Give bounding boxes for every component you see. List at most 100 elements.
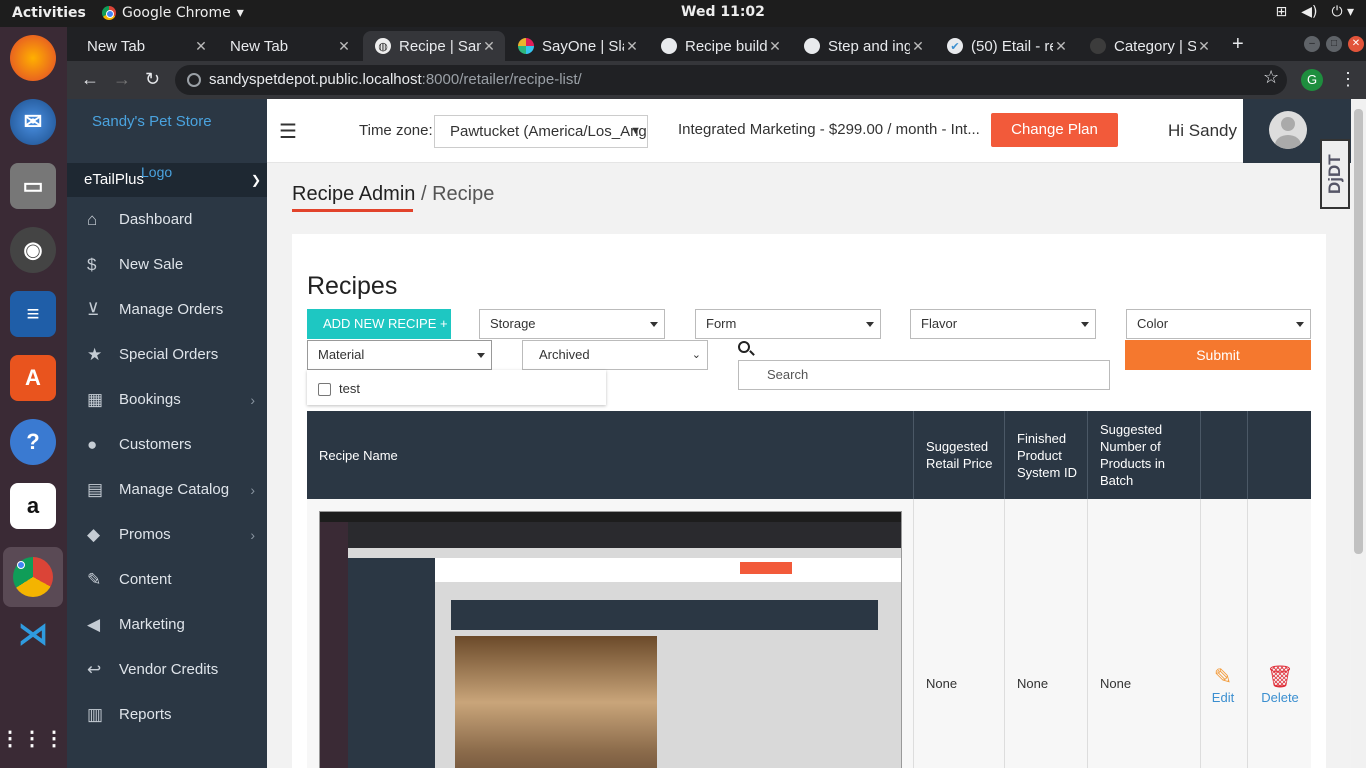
change-plan-button[interactable]: Change Plan xyxy=(991,113,1118,147)
submit-button[interactable]: Submit xyxy=(1125,340,1311,370)
brand-switcher[interactable]: eTailPlus Logo ❯ xyxy=(67,163,267,197)
sidebar-item-label: Manage Orders xyxy=(119,301,224,318)
activities-button[interactable]: Activities xyxy=(12,5,86,21)
rhythmbox-icon[interactable]: ◉ xyxy=(10,227,56,273)
close-icon[interactable]: ✕ xyxy=(1053,38,1069,55)
thunderbird-icon[interactable]: ✉ xyxy=(10,99,56,145)
help-icon[interactable]: ? xyxy=(10,419,56,465)
breadcrumb-root[interactable]: Recipe Admin xyxy=(292,183,415,205)
form-filter[interactable]: Form xyxy=(695,309,881,339)
menu-kebab-icon[interactable]: ⋮ xyxy=(1339,69,1357,90)
price-cell: None xyxy=(914,499,1005,768)
close-icon[interactable]: ✕ xyxy=(624,38,640,55)
chevron-down-icon: ▼ xyxy=(630,125,641,137)
close-window-icon[interactable]: ✕ xyxy=(1348,36,1364,52)
tab-category[interactable]: Category | Sandy✕ xyxy=(1078,31,1220,61)
tab-github-steps[interactable]: Step and ingredients✕ xyxy=(792,31,934,61)
star-icon: ★ xyxy=(87,344,103,364)
sidebar-item-label: Customers xyxy=(119,436,192,453)
firefox-icon[interactable] xyxy=(10,35,56,81)
col-delete xyxy=(1248,411,1311,499)
sidebar-item-bookings[interactable]: ▦ Bookings › xyxy=(67,377,267,422)
sidebar: Sandy's Pet Store eTailPlus Logo ❯ ⌂ Dash… xyxy=(67,99,267,768)
debug-toolbar-handle[interactable]: DjDT xyxy=(1320,139,1350,209)
close-icon[interactable]: ✕ xyxy=(1196,38,1212,55)
archived-filter[interactable]: Archived ⌄ xyxy=(522,340,708,370)
software-icon[interactable]: A xyxy=(10,355,56,401)
material-option-label[interactable]: test xyxy=(339,381,360,396)
sidebar-item-customers[interactable]: ● Customers xyxy=(67,422,267,467)
delete-link[interactable]: 🗑 Delete xyxy=(1260,664,1300,705)
close-icon[interactable]: ✕ xyxy=(193,38,209,55)
breadcrumb: Recipe Admin / Recipe xyxy=(292,183,494,206)
amazon-icon[interactable]: a xyxy=(10,483,56,529)
sidebar-item-manage-orders[interactable]: ⊻ Manage Orders xyxy=(67,287,267,332)
loading-icon xyxy=(1090,38,1106,54)
sidebar-item-label: Dashboard xyxy=(119,211,193,228)
back-icon[interactable]: ← xyxy=(81,69,99,90)
new-tab-button[interactable]: + xyxy=(1232,33,1244,56)
material-option-checkbox[interactable] xyxy=(318,383,331,396)
tab-recipe[interactable]: ◍ Recipe | Sandy's✕ xyxy=(363,31,505,61)
sidebar-item-dashboard[interactable]: ⌂ Dashboard xyxy=(67,197,267,242)
tab-slack[interactable]: SayOne | Slack✕ xyxy=(506,31,648,61)
writer-icon[interactable]: ≡ xyxy=(10,291,56,337)
show-apps-icon[interactable]: ⋮⋮⋮ xyxy=(0,715,64,761)
storage-filter[interactable]: Storage xyxy=(479,309,665,339)
material-filter[interactable]: Material xyxy=(307,340,492,370)
recipe-image[interactable] xyxy=(319,511,902,768)
profile-avatar[interactable]: G xyxy=(1301,69,1323,91)
edit-link[interactable]: ✎ Edit xyxy=(1211,664,1235,705)
col-suggested-retail-price: Suggested Retail Price xyxy=(914,411,1005,499)
vscode-icon[interactable]: ⋊ xyxy=(10,611,56,657)
close-icon[interactable]: ✕ xyxy=(767,38,783,55)
search-input[interactable]: Search xyxy=(738,360,1110,390)
image-sidebar xyxy=(348,558,435,768)
hamburger-menu-icon[interactable]: ☰ xyxy=(279,119,297,144)
reload-icon[interactable]: ↻ xyxy=(145,69,160,90)
sidebar-item-content[interactable]: ✎ Content xyxy=(67,557,267,602)
tab-new-2[interactable]: New Tab ✕ xyxy=(218,31,360,61)
material-dropdown: test xyxy=(307,370,606,405)
clock[interactable]: Wed 11:02 xyxy=(681,4,765,20)
scrollbar-thumb[interactable] xyxy=(1354,109,1363,554)
sidebar-item-marketing[interactable]: ◀ Marketing xyxy=(67,602,267,647)
sidebar-item-reports[interactable]: ▥ Reports xyxy=(67,692,267,737)
color-filter[interactable]: Color xyxy=(1126,309,1311,339)
timezone-select[interactable]: Pawtucket (America/Los_Angeles)▼ xyxy=(434,115,648,148)
flavor-filter[interactable]: Flavor xyxy=(910,309,1096,339)
app-menu[interactable]: Google Chrome ▾ xyxy=(102,5,244,21)
brand-name: eTailPlus xyxy=(84,171,145,188)
caret-down-icon xyxy=(1081,322,1089,327)
files-icon[interactable]: ▭ xyxy=(10,163,56,209)
tab-etail[interactable]: ✔ (50) Etail - rea✕ xyxy=(935,31,1077,61)
cart-icon: ⊻ xyxy=(87,299,100,319)
store-logo[interactable]: Sandy's Pet Store xyxy=(92,113,212,130)
bookmark-star-icon[interactable]: ☆ xyxy=(1263,67,1279,88)
info-icon[interactable] xyxy=(187,73,201,87)
close-icon[interactable]: ✕ xyxy=(481,38,497,55)
add-recipe-button[interactable]: ADD NEW RECIPE + xyxy=(307,309,451,339)
tab-github-recipe[interactable]: Recipe builder✕ xyxy=(649,31,791,61)
forward-icon[interactable]: → xyxy=(113,69,131,90)
chrome-logo xyxy=(13,557,53,597)
sidebar-item-new-sale[interactable]: $ New Sale xyxy=(67,242,267,287)
sidebar-item-manage-catalog[interactable]: ▤ Manage Catalog › xyxy=(67,467,267,512)
address-bar[interactable]: sandyspetdepot.public.localhost:8000/ret… xyxy=(175,65,1287,95)
tab-title: Recipe builder xyxy=(685,37,767,55)
plan-info: Integrated Marketing - $299.00 / month -… xyxy=(678,121,980,138)
chrome-dock-icon[interactable] xyxy=(3,547,63,607)
sidebar-item-vendor-credits[interactable]: ↩ Vendor Credits xyxy=(67,647,267,692)
sidebar-item-promos[interactable]: ◆ Promos › xyxy=(67,512,267,557)
chevron-right-icon: › xyxy=(250,526,255,543)
close-icon[interactable]: ✕ xyxy=(336,38,352,55)
system-tray[interactable]: ⊞ ◀) ⏻ ▾ xyxy=(1275,4,1354,20)
tab-new-1[interactable]: New Tab ✕ xyxy=(75,31,217,61)
minimize-icon[interactable]: – xyxy=(1304,36,1320,52)
github-icon xyxy=(804,38,820,54)
sidebar-item-special-orders[interactable]: ★ Special Orders xyxy=(67,332,267,377)
page-scrollbar[interactable] xyxy=(1351,99,1366,768)
maximize-icon[interactable]: □ xyxy=(1326,36,1342,52)
close-icon[interactable]: ✕ xyxy=(910,38,926,55)
image-dock xyxy=(320,522,348,768)
